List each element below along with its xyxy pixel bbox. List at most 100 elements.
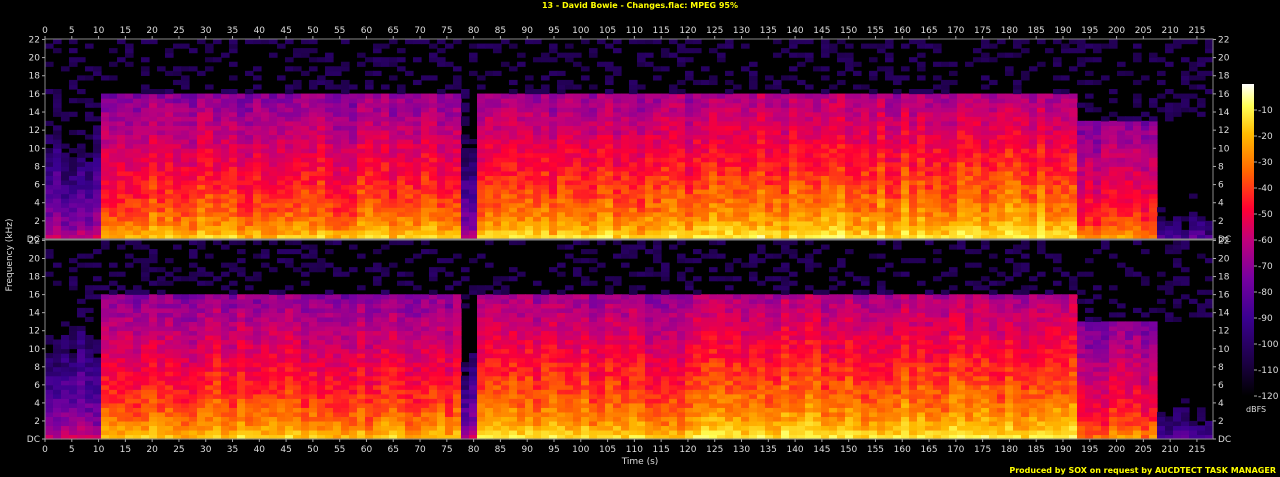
spectrogram-cell [325, 139, 334, 145]
spectrogram-cell [61, 175, 70, 181]
spectrogram-cell [437, 143, 446, 149]
spectrogram-cell [789, 148, 798, 154]
spectrogram-cell [781, 198, 790, 204]
spectrogram-cell [1077, 129, 1086, 136]
spectrogram-cell [765, 143, 774, 149]
spectrogram-cell [1173, 216, 1182, 222]
spectrogram-cell [141, 225, 150, 231]
spectrogram-cell [733, 175, 742, 181]
spectrogram-cell [893, 193, 902, 199]
spectrogram-cell [101, 125, 110, 131]
spectrogram-cell [957, 148, 966, 154]
spectrogram-cell [621, 134, 630, 140]
spectrogram-cell [157, 211, 166, 217]
spectrogram-cell [1149, 216, 1158, 222]
spectrogram-cell [1053, 220, 1062, 226]
spectrogram-cell [493, 225, 502, 231]
spectrogram-cell [781, 148, 790, 154]
spectrogram-cell [837, 116, 846, 122]
spectrogram-cell [589, 220, 598, 226]
spectrogram-cell [157, 152, 166, 158]
spectrogram-cell [789, 170, 798, 176]
spectrogram-cell [1133, 139, 1142, 145]
spectrogram-cell [453, 75, 462, 81]
spectrogram-cell [1037, 161, 1046, 167]
spectrogram-cell [397, 179, 406, 186]
spectrogram-cell [917, 129, 926, 136]
spectrogram-cell [789, 202, 798, 208]
spectrogram-cell [501, 211, 510, 217]
spectrogram-cell [1125, 161, 1134, 167]
spectrogram-cell [805, 175, 814, 181]
spectrogram-cell [845, 129, 854, 136]
spectrogram-cell [157, 93, 166, 99]
spectrogram-cell [61, 362, 70, 368]
spectrogram-cell [781, 98, 790, 104]
spectrogram-cell [1037, 120, 1046, 126]
spectrogram-cell [189, 198, 198, 204]
spectrogram-cell [885, 111, 894, 117]
spectrogram-cell [757, 139, 766, 145]
spectrogram-cell [717, 143, 726, 149]
spectrogram-cell [461, 161, 470, 167]
spectrogram-cell [757, 148, 766, 154]
spectrogram-cell [773, 125, 782, 131]
spectrogram-cell [109, 116, 118, 122]
spectrogram-cell [45, 134, 54, 140]
spectrogram-cell [773, 129, 782, 136]
spectrogram-cell [389, 184, 398, 190]
spectrogram-cell [269, 107, 278, 113]
spectrogram-cell [389, 61, 398, 67]
spectrogram-cell [221, 93, 230, 99]
spectrogram-cell [661, 98, 670, 104]
spectrogram-cell [445, 157, 454, 163]
spectrogram-cell [173, 107, 182, 113]
spectrogram-cell [149, 211, 158, 217]
spectrogram-cell [397, 125, 406, 131]
spectrogram-cell [245, 193, 254, 199]
spectrogram-cell [301, 193, 310, 199]
spectrogram-cell [837, 98, 846, 104]
spectrogram-cell [485, 134, 494, 140]
spectrogram-cell [333, 152, 342, 158]
spectrogram-cell [1077, 43, 1086, 49]
spectrogram-cell [245, 125, 254, 131]
spectrogram-cell [917, 166, 926, 172]
spectrogram-cell [1093, 148, 1102, 154]
spectrogram-cell [517, 189, 526, 195]
spectrogram-cell [645, 129, 654, 136]
spectrogram-cell [93, 152, 102, 158]
spectrogram-cell [1005, 66, 1014, 72]
spectrogram-cell [1117, 175, 1126, 181]
spectrogram-cell [173, 79, 182, 86]
spectrogram-cell [221, 229, 230, 236]
spectrogram-cell [357, 120, 366, 126]
spectrogram-cell [213, 102, 222, 108]
spectrogram-cell [741, 211, 750, 217]
spectrogram-cell [733, 193, 742, 199]
spectrogram-cell [69, 161, 78, 167]
spectrogram-cell [613, 184, 622, 190]
spectrogram-cell [629, 79, 638, 86]
spectrogram-cell [101, 225, 110, 231]
spectrogram-cell [757, 107, 766, 113]
spectrogram-cell [45, 202, 54, 208]
spectrogram-cell [733, 134, 742, 140]
spectrogram-cell [725, 98, 734, 104]
spectrogram-cell [909, 216, 918, 222]
spectrogram-cell [1101, 211, 1110, 217]
spectrogram-cell [437, 184, 446, 190]
spectrogram-cell [325, 193, 334, 199]
spectrogram-cell [845, 179, 854, 186]
spectrogram-cell [1133, 202, 1142, 208]
spectrogram-cell [989, 157, 998, 163]
spectrogram-cell [621, 98, 630, 104]
spectrogram-cell [733, 107, 742, 113]
spectrogram-cell [381, 189, 390, 195]
spectrogram-cell [821, 229, 830, 236]
spectrogram-cell [237, 111, 246, 117]
spectrogram-cell [797, 161, 806, 167]
spectrogram-cell [997, 170, 1006, 176]
spectrogram-cell [149, 170, 158, 176]
spectrogram-cell [213, 134, 222, 140]
